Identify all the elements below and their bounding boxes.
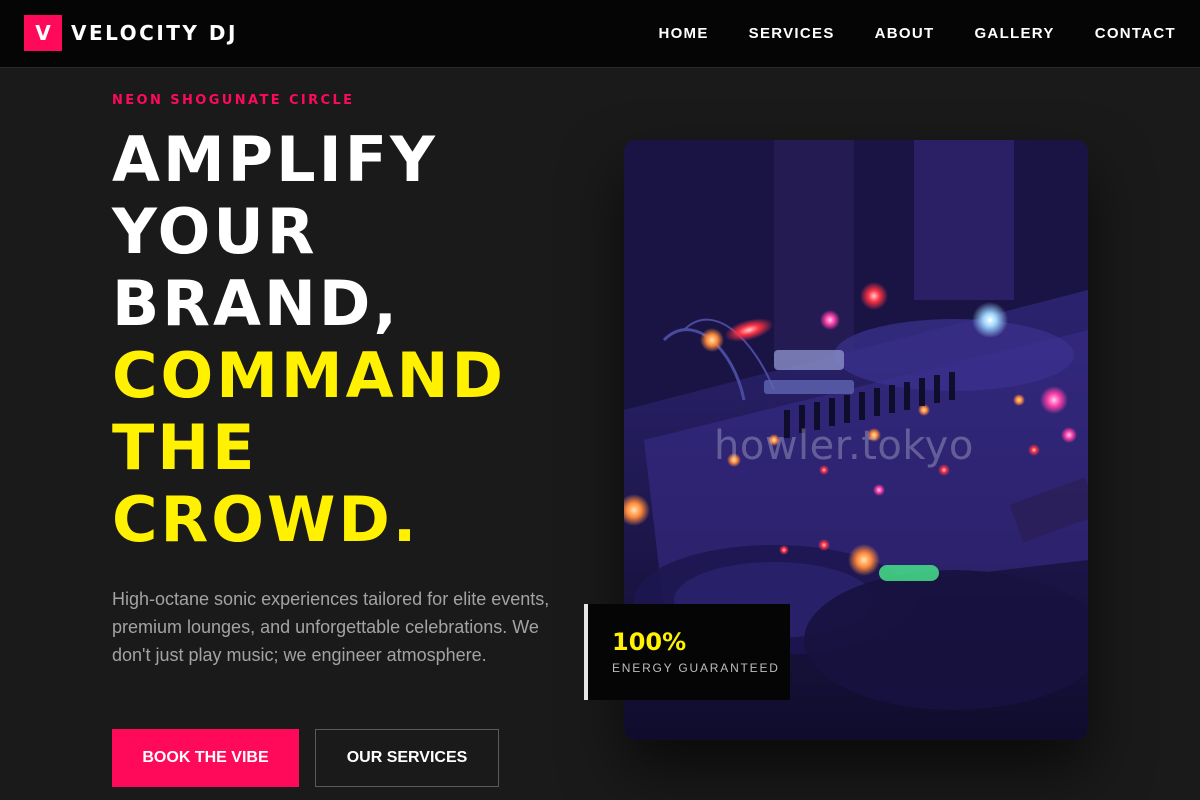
headline-line-6: CROWD. bbox=[112, 483, 420, 556]
our-services-button[interactable]: OUR SERVICES bbox=[315, 729, 499, 787]
headline-line-2: YOUR bbox=[112, 195, 318, 268]
brand-name: VELOCITY DJ bbox=[71, 21, 238, 45]
image-watermark: howler.tokyo bbox=[714, 423, 974, 469]
book-the-vibe-button[interactable]: BOOK THE VIBE bbox=[112, 729, 299, 787]
nav-link-home[interactable]: HOME bbox=[658, 25, 708, 42]
headline-line-4: COMMAND bbox=[112, 339, 506, 412]
nav-link-services[interactable]: SERVICES bbox=[749, 25, 835, 42]
headline-line-5: THE bbox=[112, 411, 258, 484]
brand-mark: V bbox=[24, 15, 62, 51]
hero-headline: AMPLIFY YOUR BRAND, COMMAND THE CROWD. bbox=[112, 124, 506, 556]
nav-link-contact[interactable]: CONTACT bbox=[1095, 25, 1176, 42]
stat-label: ENERGY GUARANTEED bbox=[612, 661, 780, 675]
brand-logo[interactable]: V VELOCITY DJ bbox=[24, 15, 238, 51]
nav-link-about[interactable]: ABOUT bbox=[875, 25, 935, 42]
hero-eyebrow: NEON SHOGUNATE CIRCLE bbox=[112, 93, 355, 108]
nav-link-gallery[interactable]: GALLERY bbox=[974, 25, 1054, 42]
hero-description: High-octane sonic experiences tailored f… bbox=[112, 589, 550, 665]
headline-line-1: AMPLIFY bbox=[112, 123, 438, 196]
energy-stat-card: 100% ENERGY GUARANTEED bbox=[584, 604, 790, 700]
top-nav: V VELOCITY DJ HOME SERVICES ABOUT GALLER… bbox=[0, 0, 1200, 68]
nav-links: HOME SERVICES ABOUT GALLERY CONTACT bbox=[658, 0, 1176, 66]
stat-value: 100% bbox=[612, 628, 687, 656]
headline-line-3: BRAND, bbox=[112, 267, 400, 340]
